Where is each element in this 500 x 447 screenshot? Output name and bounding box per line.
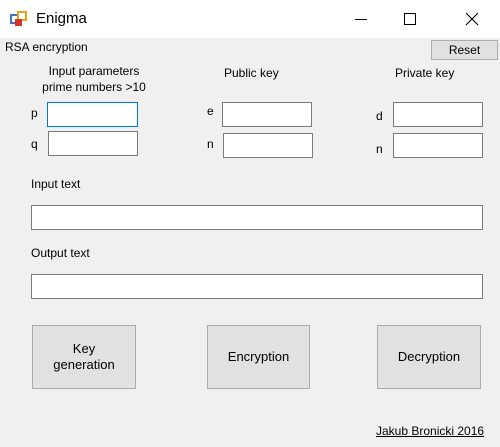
output-text-label: Output text bbox=[31, 246, 90, 260]
enigma-app-icon bbox=[10, 11, 27, 27]
e-input[interactable] bbox=[222, 102, 312, 127]
private-n-label: n bbox=[376, 142, 383, 156]
maximize-button[interactable] bbox=[387, 0, 433, 38]
close-icon bbox=[465, 12, 479, 26]
output-text-field[interactable] bbox=[31, 274, 483, 299]
d-input[interactable] bbox=[393, 102, 483, 127]
author-link[interactable]: Jakub Bronicki 2016 bbox=[376, 424, 484, 438]
public-n-input[interactable] bbox=[223, 133, 313, 158]
window-title: Enigma bbox=[36, 10, 87, 27]
d-label: d bbox=[376, 109, 383, 123]
private-n-input[interactable] bbox=[393, 133, 483, 158]
minimize-button[interactable] bbox=[338, 0, 384, 38]
input-params-title-line2: prime numbers >10 bbox=[42, 80, 146, 94]
reset-button[interactable]: Reset bbox=[431, 40, 498, 60]
input-text-label: Input text bbox=[31, 177, 81, 191]
input-text-field[interactable] bbox=[31, 205, 483, 230]
close-button[interactable] bbox=[449, 0, 495, 38]
q-label: q bbox=[31, 137, 38, 151]
encryption-button[interactable]: Encryption bbox=[207, 325, 310, 389]
minimize-icon bbox=[355, 19, 367, 20]
key-generation-button[interactable]: Key generation bbox=[32, 325, 136, 389]
key-generation-label-line1: Key bbox=[72, 341, 96, 356]
public-key-title: Public key bbox=[224, 66, 279, 80]
e-label: e bbox=[207, 104, 214, 118]
private-key-title: Private key bbox=[395, 66, 455, 80]
form-heading: RSA encryption bbox=[5, 40, 88, 54]
decryption-button[interactable]: Decryption bbox=[377, 325, 481, 389]
p-input[interactable] bbox=[47, 102, 138, 127]
key-generation-label-line2: generation bbox=[53, 357, 115, 372]
q-input[interactable] bbox=[48, 131, 138, 156]
public-n-label: n bbox=[207, 137, 214, 151]
input-params-title: Input parameters prime numbers >10 bbox=[38, 63, 150, 95]
maximize-icon bbox=[404, 13, 416, 25]
input-params-title-line1: Input parameters bbox=[48, 64, 140, 78]
p-label: p bbox=[31, 106, 38, 120]
title-bar: Enigma bbox=[0, 0, 500, 38]
